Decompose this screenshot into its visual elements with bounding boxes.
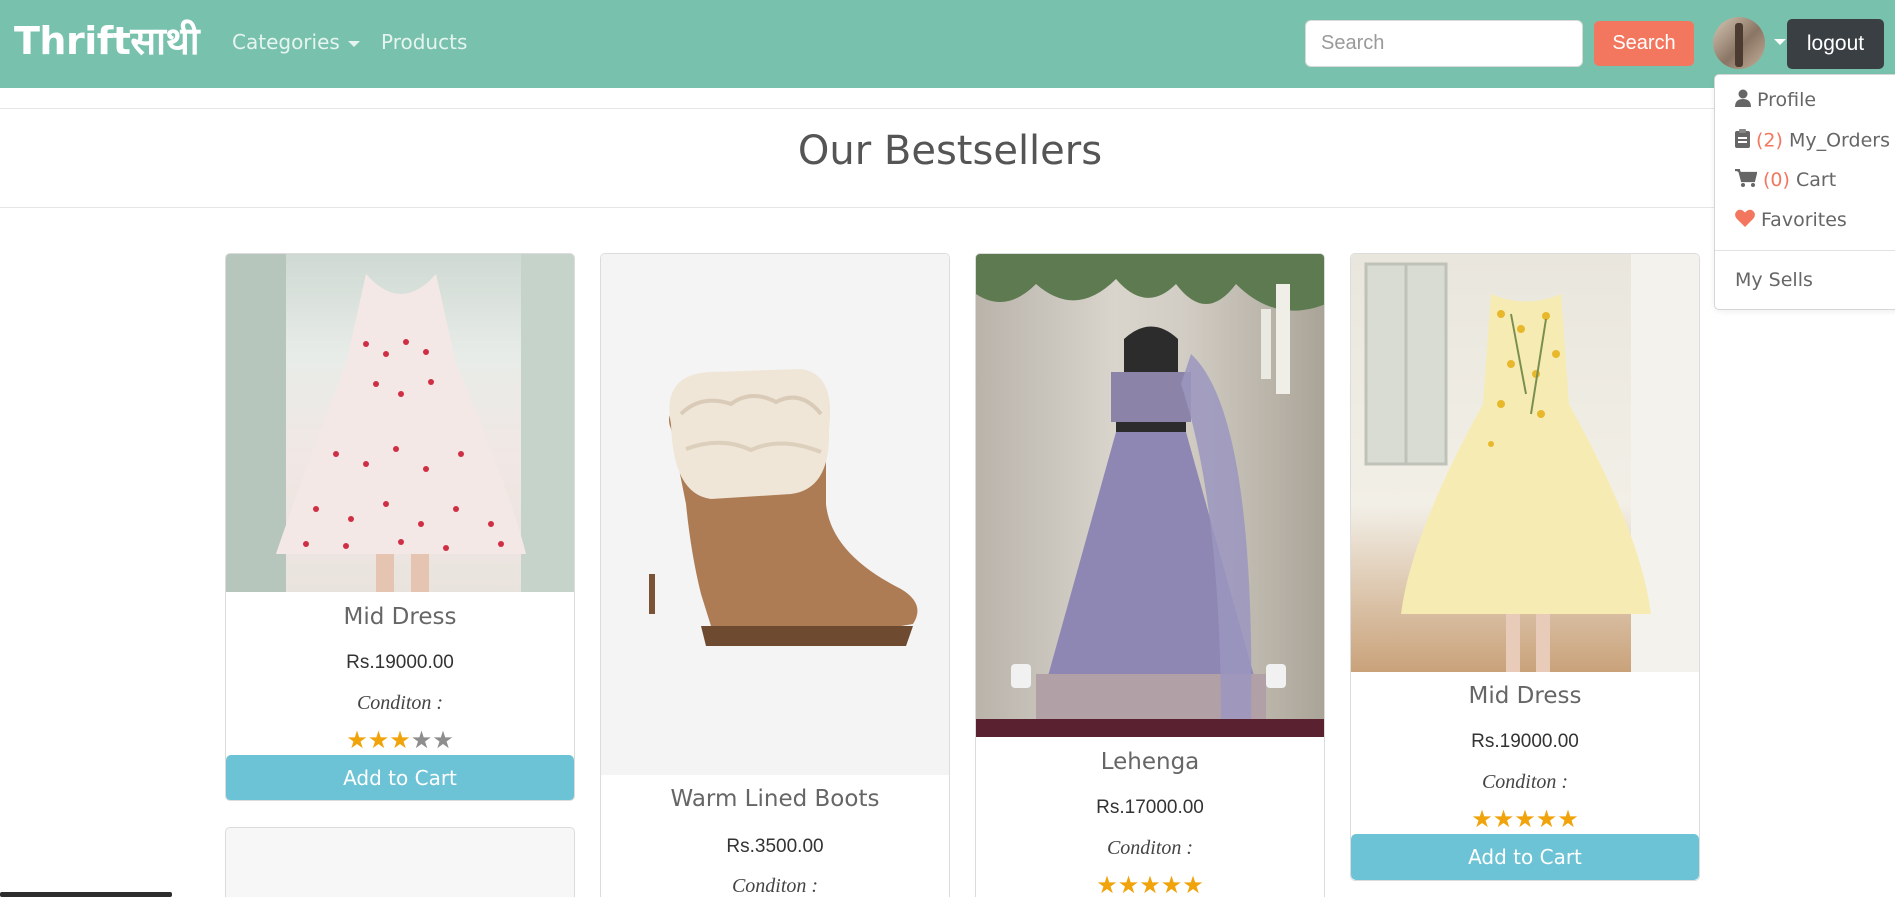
star-icon: ★ [1471, 805, 1493, 833]
product-name[interactable]: Warm Lined Boots [601, 786, 949, 812]
star-icon: ★ [367, 726, 390, 754]
product-price: Rs.19000.00 [1471, 731, 1579, 752]
product-condition: Conditon : [731, 875, 819, 897]
product-image[interactable] [601, 254, 949, 775]
star-icon: ★ [432, 726, 454, 754]
cart-count: (0) [1763, 169, 1790, 191]
divider [0, 108, 1895, 109]
avatar[interactable] [1713, 17, 1765, 69]
menu-item-orders[interactable]: (2) My_Orders [1735, 129, 1890, 153]
product-image[interactable] [1351, 254, 1699, 672]
product-name[interactable]: Mid Dress [1351, 683, 1699, 709]
product-image[interactable] [226, 254, 574, 592]
rating-stars: ★★★★★ [1351, 807, 1699, 831]
menu-item-label: Profile [1757, 89, 1817, 111]
product-price: Rs.19000.00 [346, 652, 454, 673]
rating-stars: ★★★★★ [226, 728, 574, 752]
product-condition: Conditon : [1106, 837, 1194, 859]
user-icon [1735, 89, 1751, 112]
menu-item-label: Favorites [1761, 209, 1847, 231]
product-price: Rs.3500.00 [726, 836, 824, 857]
star-icon: ★ [1096, 871, 1118, 897]
product-image[interactable] [976, 254, 1324, 737]
star-icon: ★ [1557, 805, 1579, 833]
clipboard-icon [1735, 129, 1750, 153]
star-icon: ★ [1492, 805, 1515, 833]
menu-item-label: Cart [1795, 169, 1837, 191]
star-icon: ★ [1117, 871, 1140, 897]
star-icon: ★ [1535, 805, 1558, 833]
star-icon: ★ [389, 726, 411, 754]
product-name[interactable]: Lehenga [976, 749, 1324, 775]
chevron-down-icon[interactable] [1774, 39, 1786, 45]
product-condition: Conditon : [356, 692, 444, 714]
menu-item-profile[interactable]: Profile [1735, 89, 1816, 112]
boots-image-art [649, 369, 918, 646]
divider [1715, 250, 1895, 251]
avatar-figure [1735, 23, 1743, 67]
add-to-cart-button[interactable]: Add to Cart [226, 755, 574, 800]
divider [0, 207, 1895, 208]
add-to-cart-button[interactable]: Add to Cart [1351, 834, 1699, 880]
menu-item-cart[interactable]: (0) Cart [1735, 168, 1837, 192]
star-icon: ★ [346, 726, 368, 754]
product-condition: Conditon : [1481, 771, 1569, 793]
product-card[interactable]: Mid Dress Rs.19000.00 Conditon : ★★★★★ A… [225, 253, 575, 801]
nav-categories-label: Categories [232, 30, 340, 54]
nav-products-link[interactable]: Products [381, 30, 467, 54]
lehenga-image-art [976, 254, 1324, 737]
star-icon: ★ [1139, 871, 1161, 897]
product-card[interactable]: Lehenga Rs.17000.00 Conditon : ★★★★★ [975, 253, 1325, 897]
menu-item-my-sells[interactable]: My Sells [1735, 269, 1813, 291]
chevron-down-icon [347, 40, 360, 47]
search-input[interactable] [1305, 20, 1583, 67]
scrollbar-indicator [0, 892, 172, 897]
heart-icon [1735, 209, 1755, 232]
search-button[interactable]: Search [1594, 21, 1694, 66]
star-icon: ★ [1514, 805, 1536, 833]
brand-logo[interactable]: Thriftसाथी [14, 14, 200, 66]
star-icon: ★ [410, 726, 433, 754]
user-dropdown-menu: Profile (2) My_Orders (0) Cart Favorites… [1714, 74, 1895, 310]
rating-stars: ★★★★★ [976, 873, 1324, 897]
product-card[interactable]: Warm Lined Boots Rs.3500.00 Conditon : [600, 253, 950, 897]
section-title: Our Bestsellers [797, 128, 1103, 174]
product-name[interactable]: Mid Dress [226, 604, 574, 630]
product-card[interactable] [225, 827, 575, 897]
star-icon: ★ [1160, 871, 1183, 897]
orders-count: (2) [1756, 129, 1783, 152]
product-card[interactable]: Mid Dress Rs.19000.00 Conditon : ★★★★★ A… [1350, 253, 1700, 881]
menu-item-favorites[interactable]: Favorites [1735, 209, 1847, 232]
logout-button[interactable]: logout [1787, 19, 1884, 69]
product-price: Rs.17000.00 [1096, 797, 1204, 818]
dress-image-art [226, 254, 574, 592]
dress-image-art [1364, 254, 1699, 672]
navbar: Thriftसाथी Categories Products Search lo… [0, 0, 1895, 88]
star-icon: ★ [1182, 871, 1204, 897]
cart-icon [1735, 168, 1758, 192]
nav-categories-dropdown[interactable]: Categories [232, 30, 360, 54]
menu-item-label: My_Orders [1788, 129, 1890, 152]
